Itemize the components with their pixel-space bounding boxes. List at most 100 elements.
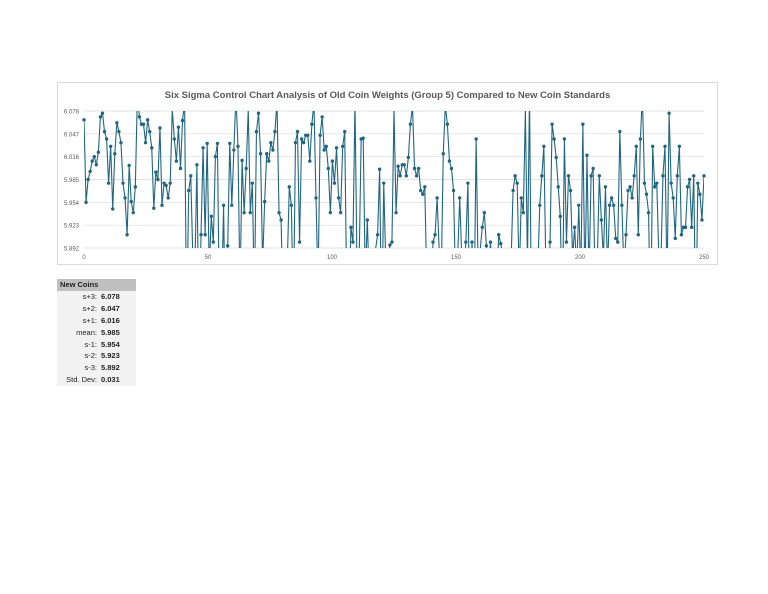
x-tick-label: 200 [575, 255, 586, 261]
data-point [320, 115, 324, 119]
data-point [644, 192, 649, 196]
data-point [279, 218, 283, 222]
data-point [164, 183, 168, 188]
data-point [289, 203, 294, 207]
data-point [542, 144, 546, 149]
data-point [265, 152, 269, 156]
data-point [328, 210, 333, 215]
stats-row: s-1: 5.954 [57, 338, 136, 351]
data-point [572, 225, 577, 230]
stats-row: mean: 5.985 [57, 326, 136, 339]
data-point [242, 210, 246, 215]
data-point [330, 159, 335, 163]
data-point [168, 181, 172, 185]
data-point [624, 233, 628, 237]
stats-row: s+1: 6.016 [57, 314, 136, 327]
data-point [174, 159, 179, 163]
data-point [160, 203, 164, 207]
data-point [618, 129, 622, 134]
data-point [154, 170, 158, 174]
data-point [172, 137, 177, 141]
data-point [100, 111, 105, 115]
data-point [254, 129, 259, 134]
data-point [466, 181, 470, 185]
data-point [92, 154, 96, 159]
data-point [577, 203, 581, 207]
data-point [499, 241, 503, 246]
data-point [692, 174, 696, 178]
data-point [115, 121, 119, 125]
x-tick-label: 100 [327, 255, 338, 261]
data-point [141, 122, 146, 126]
data-point [603, 185, 608, 189]
data-point [199, 233, 203, 237]
data-point [244, 166, 248, 171]
y-tick-label: 5.985 [64, 178, 80, 184]
data-point [458, 196, 462, 200]
data-point [226, 244, 230, 248]
data-point [540, 174, 544, 178]
data-point [228, 141, 232, 146]
data-point [464, 240, 468, 244]
new-coins-stats-table: New Coins s+3: 6.078 s+2: 6.047 s+1: 6.016 mea… [57, 279, 136, 387]
data-point [90, 159, 94, 163]
data-point [620, 203, 624, 207]
data-point [180, 118, 185, 123]
data-point [117, 129, 121, 134]
stats-label: Std. Dev: [57, 374, 99, 387]
data-point [554, 155, 558, 160]
data-point [131, 210, 135, 215]
data-point [306, 133, 310, 138]
data-point [297, 240, 302, 244]
data-point [258, 152, 263, 156]
data-point [394, 210, 398, 215]
data-point [638, 137, 643, 141]
data-point [698, 192, 702, 196]
data-point [324, 144, 328, 149]
data-point [129, 199, 133, 204]
stats-value: 6.047 [99, 302, 136, 315]
data-point [236, 144, 240, 149]
data-point [123, 196, 127, 200]
x-tick-label: 0 [82, 255, 86, 261]
data-point [295, 129, 300, 134]
data-point [388, 243, 392, 247]
data-point [435, 196, 439, 200]
stats-row: Std. Dev: 0.031 [57, 374, 136, 387]
data-point [98, 115, 103, 119]
data-point [589, 174, 593, 178]
data-point [334, 146, 339, 150]
data-point [655, 181, 659, 185]
data-point [482, 210, 487, 215]
data-point [148, 129, 152, 134]
data-point [484, 244, 489, 248]
data-point [556, 185, 560, 189]
data-point [211, 240, 216, 244]
data-point [441, 152, 445, 156]
data-point [474, 137, 478, 141]
data-point [418, 188, 423, 193]
data-point [669, 181, 673, 185]
stats-value: 0.031 [99, 374, 136, 387]
data-point [597, 174, 601, 178]
y-tick-label: 6.016 [64, 155, 80, 161]
data-point [293, 140, 298, 145]
data-point [299, 137, 304, 141]
data-point [423, 185, 427, 189]
data-point [673, 236, 677, 241]
data-point [113, 152, 117, 156]
data-point [150, 146, 154, 150]
data-point [642, 181, 647, 185]
stats-header-row: New Coins [57, 279, 136, 291]
data-point [599, 218, 604, 222]
data-point [145, 118, 150, 122]
data-point [683, 225, 688, 230]
stats-row: s+2: 6.047 [57, 302, 136, 315]
data-point [96, 150, 101, 154]
y-tick-label: 5.954 [64, 201, 80, 207]
data-point [675, 174, 680, 178]
data-point [511, 188, 515, 193]
data-point [203, 233, 207, 237]
data-point [365, 218, 370, 222]
data-point [687, 177, 692, 182]
